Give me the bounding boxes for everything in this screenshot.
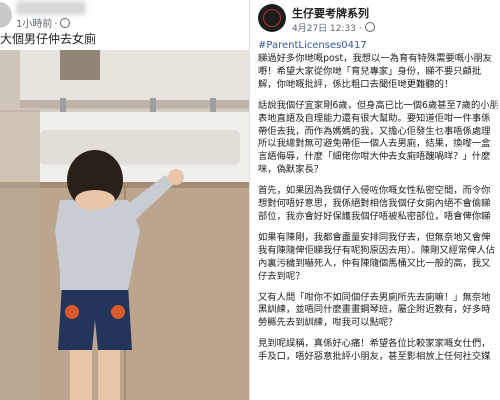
body-line: 表地直語及自理能力還有很大幫助。要知道佢咁一件事係	[258, 112, 491, 124]
globe-icon	[59, 18, 70, 28]
body-line: 我有陳隨俾佢睇我仔有呢狗原因去用）。陳剛又經常俾人佔	[258, 244, 496, 256]
paragraph: 睇過好多你哋嘅post，我想以一為育有特殊需要嘅小朋友 嘢！希望大家從你哋「育兒…	[258, 53, 500, 92]
paragraph: 如果有陳剛，我都會盡量安排同我仔去，但無奈地又會俾 我有陳隨俾佢睇我仔有呢狗原因…	[258, 232, 500, 284]
body-line: 又有人問「咁你不如同個仔去男廁所先去廁嘛！」無奈地	[258, 291, 491, 303]
hashtag-link[interactable]: #ParentLicenses0417	[258, 40, 367, 51]
body-line: 嘢！希望大家從你哋「育兒專家」身份，睇不要只顧批	[258, 65, 482, 77]
body-line: 部位，我亦會好好保護我個仔唔被私密部位，唔會俾你睇	[258, 210, 491, 222]
left-post: 1小時前 · 大個男仔仲去女廁	[0, 0, 250, 400]
body-line: 解，你哋嘅批評，係比粗口去聞佢哋更難聽的！	[258, 78, 454, 90]
post-timestamp[interactable]: 1小時前	[16, 19, 52, 30]
post-caption: 大個男仔仲去女廁	[0, 32, 97, 46]
logo-ring	[263, 9, 281, 27]
post-photo[interactable]	[0, 50, 250, 400]
body-line: 睇過好多你哋嘅post，我想以一為育有特殊需要嘅小朋友	[258, 53, 492, 64]
paragraph: 話說我個仔宜家剛6歲，但身高已比一個6歲甚至7歲的小朋 表地直語及自理能力還有很…	[258, 100, 500, 177]
right-post: 生仔要考牌系列 4月27日 12:33 · #ParentLicenses041…	[250, 0, 500, 400]
post-date[interactable]: 4月27日 12:33	[292, 24, 356, 34]
body-line: 言語侮辱，什麼「細佬你咁大仲去女廁唔醜喎咩？」什麼	[258, 151, 491, 163]
post-meta: 4月27日 12:33 ·	[292, 21, 375, 34]
body-line: 帶佢去我，而作為媽媽的我，又擔心佢發生乜事唔係處理	[258, 125, 491, 137]
body-line: 見到呢誤稱，真係好心痛！希望各位比較家家嘅女仕們，	[258, 338, 491, 350]
globe-icon	[364, 22, 375, 32]
post-body: 睇過好多你哋嘅post，我想以一為育有特殊需要嘅小朋友 嘢！希望大家從你哋「育兒…	[258, 53, 500, 372]
blurred-author-name	[16, 1, 86, 15]
body-line: 首先，如果因為我個仔入侵咗你嘅女性私密空間，而令你	[258, 185, 491, 197]
body-line: 黑訓練，並唔同什麼畫畫鋼琴班，屬企附近教有，好多時	[258, 304, 491, 316]
body-line: 仔去到呢？	[258, 270, 305, 282]
body-line: 想對何唔好意思，我係絕對相信我個仔女廁內絕不會偷睇	[258, 198, 491, 210]
paragraph: 見到呢誤稱，真係好心痛！希望各位比較家家嘅女仕們， 手及口，唔好惡意批評小朋友，…	[258, 338, 500, 364]
body-line: 如果有陳剛，我都會盡量安排同我仔去，但無奈地又會俾	[258, 231, 491, 243]
left-post-header: 1小時前 · 大個男仔仲去女廁	[0, 0, 250, 46]
avatar[interactable]	[0, 2, 12, 28]
body-line: 內裏污穢到嚇死人，仲有陳隨個馬桶又比一般的高，我又	[258, 257, 491, 269]
post-meta: 1小時前 ·	[16, 15, 70, 30]
body-line: 咪，偽默家長？	[258, 164, 324, 176]
body-line: 所以我總對無可避免帶佢一個人去男廁，結果，換嚟一盒	[258, 138, 491, 150]
page-avatar[interactable]	[258, 4, 286, 32]
overflow-fade	[494, 0, 500, 400]
body-line: 手及口，唔好惡意批評小朋友，甚至影相放上任何社交媒	[258, 351, 491, 363]
page-name[interactable]: 生仔要考牌系列	[292, 5, 369, 21]
body-line: 話說我個仔宜家剛6歲，但身高已比一個6歲甚至7歲的小朋	[258, 99, 499, 111]
paragraph: 又有人問「咁你不如同個仔去男廁所先去廁嘛！」無奈地 黑訓練，並唔同什麼畫畫鋼琴班…	[258, 292, 500, 331]
paragraph: 首先，如果因為我個仔入侵咗你嘅女性私密空間，而令你 想對何唔好意思，我係絕對相信…	[258, 185, 500, 224]
body-line: 勞縣先去到訓練，咁我可以點呢？	[258, 317, 398, 329]
